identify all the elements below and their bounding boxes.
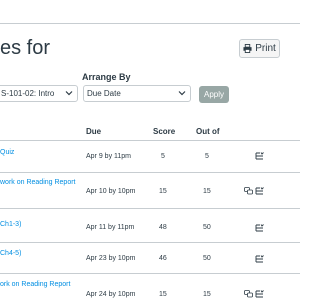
row-divider xyxy=(0,273,300,274)
top-divider xyxy=(0,23,300,24)
row-divider xyxy=(0,172,300,173)
printer-icon xyxy=(243,44,252,53)
due-date: Apr 9 by 11pm xyxy=(86,153,132,160)
assignment-link[interactable]: Ch4-5) xyxy=(0,250,21,257)
column-header-due[interactable]: Due xyxy=(86,127,101,136)
out-of-value: 50 xyxy=(203,224,211,231)
column-header-out-of[interactable]: Out of xyxy=(196,127,220,136)
due-date: Apr 23 by 10pm xyxy=(86,255,136,262)
assignment-link[interactable]: work on Reading Report xyxy=(0,179,76,186)
arrange-by-select-value: Due Date xyxy=(87,89,121,98)
rubric-icon[interactable] xyxy=(255,290,264,298)
rubric-icon[interactable] xyxy=(255,187,264,195)
print-button[interactable]: Print xyxy=(239,39,280,58)
assignment-link[interactable]: Ch1-3) xyxy=(0,221,21,228)
due-date: Apr 10 by 10pm xyxy=(86,188,136,195)
chevron-down-icon xyxy=(178,91,186,96)
page-title: es for xyxy=(0,37,51,59)
score-value: 15 xyxy=(159,188,167,195)
arrange-by-label: Arrange By xyxy=(82,72,131,82)
row-divider xyxy=(0,208,300,209)
score-value: 5 xyxy=(161,153,165,160)
course-select-value: S-101-02: Intro xyxy=(1,89,55,98)
score-value: 46 xyxy=(159,255,167,262)
assignment-link[interactable]: Quiz xyxy=(0,149,14,156)
print-button-label: Print xyxy=(255,43,276,54)
chevron-down-icon xyxy=(65,91,73,96)
comments-icon[interactable] xyxy=(244,187,253,195)
header-divider xyxy=(0,140,300,141)
row-divider xyxy=(0,242,300,243)
due-date: Apr 11 by 11pm xyxy=(86,224,135,231)
rubric-icon[interactable] xyxy=(255,255,264,263)
arrange-by-select[interactable]: Due Date xyxy=(83,85,191,102)
comments-icon[interactable] xyxy=(244,290,253,298)
score-value: 15 xyxy=(159,291,167,298)
out-of-value: 5 xyxy=(205,153,209,160)
course-select[interactable]: S-101-02: Intro xyxy=(0,85,78,102)
assignment-link[interactable]: ork on Reading Report xyxy=(0,281,70,288)
rubric-icon[interactable] xyxy=(255,224,264,232)
apply-button[interactable]: Apply xyxy=(199,86,229,103)
out-of-value: 15 xyxy=(203,188,211,195)
due-date: Apr 24 by 10pm xyxy=(86,291,136,298)
score-value: 48 xyxy=(159,224,167,231)
column-header-score[interactable]: Score xyxy=(153,127,175,136)
rubric-icon[interactable] xyxy=(255,152,264,160)
out-of-value: 50 xyxy=(203,255,211,262)
out-of-value: 15 xyxy=(203,291,211,298)
